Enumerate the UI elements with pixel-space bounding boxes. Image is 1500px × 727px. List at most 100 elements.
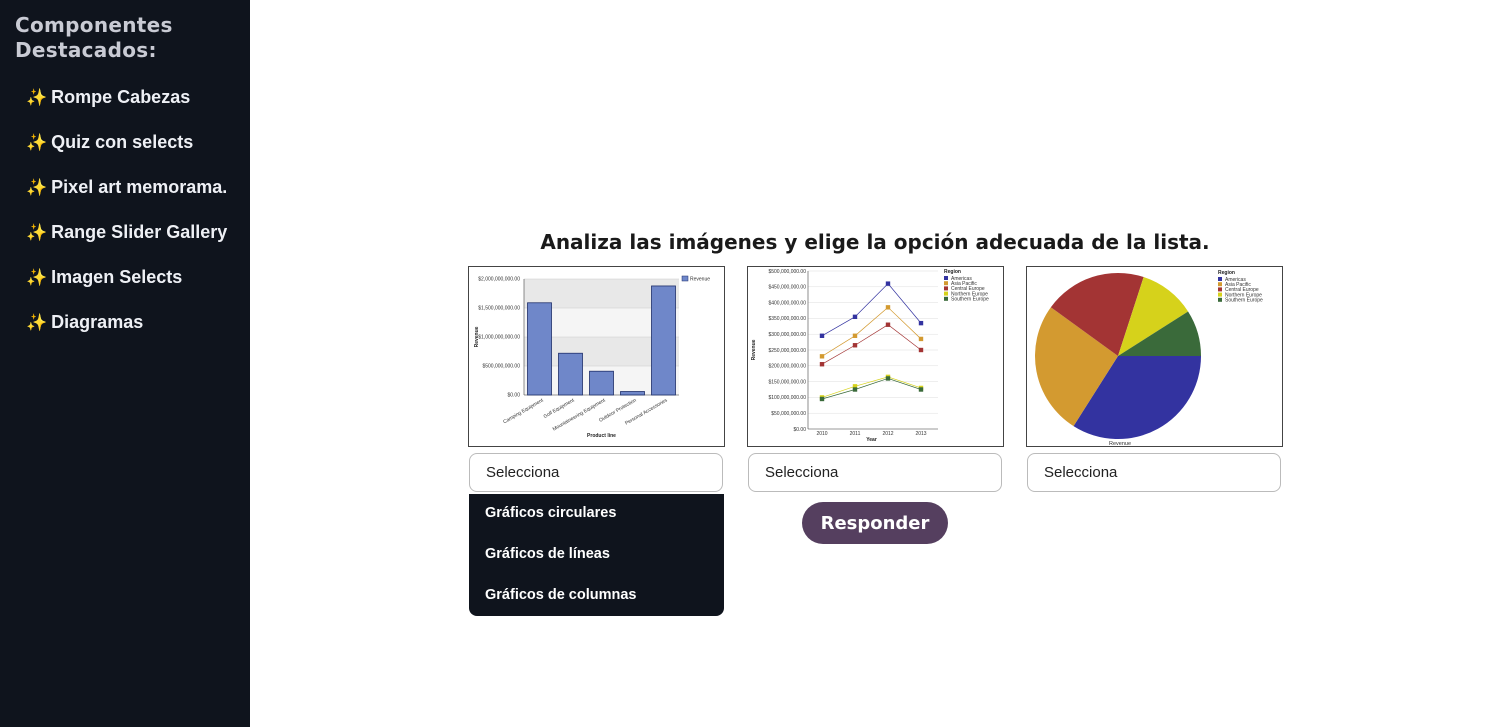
sidebar-item-label: Pixel art memorama. [51,177,228,197]
y-tick-label: $200,000,000.00 [768,364,806,370]
chart-card-line: $0.00 $50,000,000.00 $100,000,000.00 $150,0… [747,266,1004,447]
legend-swatch [944,281,948,286]
sidebar-item-rompe-cabezas[interactable]: ✨ Rompe Cabezas [26,84,227,129]
pie-chart: RevenueRegionAmericasAsia PacificCentral… [1035,270,1263,446]
legend-label: Southern Europe [1225,298,1263,304]
data-point [918,320,924,326]
sidebar-title: Componentes Destacados: [15,13,240,63]
series-line [821,324,922,365]
sparkles-icon: ✨ [26,223,48,242]
dropdown-option-graficos-de-columnas[interactable]: Gráficos de columnas [485,587,637,603]
x-axis-label: Product line [587,433,616,439]
sparkles-icon: ✨ [26,313,48,332]
sidebar-item-imagen-selects[interactable]: ✨ Imagen Selects [26,264,227,309]
legend-label: Southern Europe [951,297,989,303]
bar [527,302,552,396]
y-tick-label: $50,000,000.00 [771,411,806,417]
dropdown-option-graficos-de-lineas[interactable]: Gráficos de líneas [485,546,610,562]
y-tick-label: $100,000,000.00 [768,395,806,401]
sidebar-item-pixel-art-memorama[interactable]: ✨ Pixel art memorama. [26,174,227,219]
data-point [819,354,825,359]
data-point [852,387,858,392]
y-tick-label: $250,000,000.00 [768,348,806,354]
legend-swatch [944,296,948,301]
y-axis-label: Revenue [474,326,480,347]
bar [589,370,614,396]
sidebar-item-label: Imagen Selects [51,267,183,287]
data-point [819,333,825,338]
data-point [918,336,924,342]
y-tick-label: $150,000,000.00 [768,379,806,385]
sidebar-item-diagramas[interactable]: ✨ Diagramas [26,309,227,354]
data-point [819,362,825,367]
y-tick-label: $2,000,000,000.00 [478,277,520,283]
bar [558,352,583,396]
sparkles-icon: ✨ [26,178,48,197]
sidebar-item-label: Rompe Cabezas [51,87,191,107]
chart-type-select-1[interactable]: Selecciona [469,453,723,492]
sidebar-menu: ✨ Rompe Cabezas ✨ Quiz con selects ✨ Pixel … [26,84,227,354]
x-tick-label: 2012 [882,431,893,437]
y-axis-label: Revenue [751,339,757,360]
data-point [885,376,891,381]
x-axis-label: Year [866,437,877,443]
select-dropdown-menu: Gráficos circulares Gráficos de líneas G… [469,494,724,616]
x-tick-label: 2010 [816,431,827,437]
legend-swatch [1218,282,1222,287]
x-tick-label: Mountaineering Equipment [552,397,607,432]
data-point [852,343,858,348]
y-tick-label: $300,000,000.00 [768,332,806,338]
data-point [885,281,891,286]
chart-type-select-3[interactable]: Selecciona [1027,453,1281,492]
respond-button[interactable]: Responder [802,502,948,544]
series-line [821,306,922,357]
legend-swatch [1218,277,1222,281]
x-tick-label: 2011 [850,431,861,437]
legend-swatch [944,286,948,291]
line-chart: $0.00 $50,000,000.00 $100,000,000.00 $150,0… [751,269,989,443]
y-tick-label: $450,000,000.00 [768,285,806,291]
data-point [852,314,858,320]
dropdown-option-graficos-circulares[interactable]: Gráficos circulares [485,505,616,521]
legend-title: Region [1218,270,1235,276]
sparkles-icon: ✨ [26,133,48,152]
data-point [918,387,924,392]
legend-swatch [1218,287,1222,292]
data-point [852,333,858,338]
legend-swatch [1218,297,1222,302]
sidebar-title-line2: Destacados: [15,38,157,62]
sidebar-title-line1: Componentes [15,13,173,37]
x-tick-label: Camping Equipment [502,397,545,425]
series-line [821,283,922,337]
legend-label: Revenue [690,277,710,283]
legend-title: Region [944,269,961,275]
y-tick-label: $1,000,000,000.00 [478,335,520,341]
legend-swatch [1218,292,1222,297]
legend-swatch [681,275,689,282]
y-tick-label: $400,000,000.00 [768,300,806,306]
sparkles-icon: ✨ [26,88,48,107]
x-axis-label: Revenue [1109,441,1131,446]
data-point [819,396,825,402]
chart-card-bar: $0.00 $500,000,000.00 $1,000,000,000.00 $1,… [468,266,725,447]
sparkles-icon: ✨ [26,268,48,287]
legend-swatch [944,276,948,280]
data-point [885,305,891,310]
bar [620,391,645,396]
page-heading: Analiza las imágenes y elige la opción a… [540,230,1210,254]
y-tick-label: $350,000,000.00 [768,316,806,322]
sidebar-item-label: Quiz con selects [51,132,194,152]
chart-type-select-2[interactable]: Selecciona [748,453,1002,492]
y-tick-label: $500,000,000.00 [482,364,520,370]
sidebar-item-quiz-con-selects[interactable]: ✨ Quiz con selects [26,129,227,174]
y-tick-label: $0.00 [507,393,520,399]
y-tick-label: $0.00 [793,427,806,433]
y-tick-label: $1,500,000,000.00 [478,306,520,312]
chart-card-pie: Revenue Region Americas Asia Pacific Central… [1026,266,1283,447]
y-tick-label: $500,000,000.00 [768,269,806,275]
sidebar: Componentes Destacados: ✨ Rompe Cabezas ✨… [0,0,250,727]
series-line [821,376,922,398]
legend-swatch [944,291,948,296]
sidebar-item-label: Diagramas [51,312,144,332]
x-tick-label: 2013 [915,431,926,437]
